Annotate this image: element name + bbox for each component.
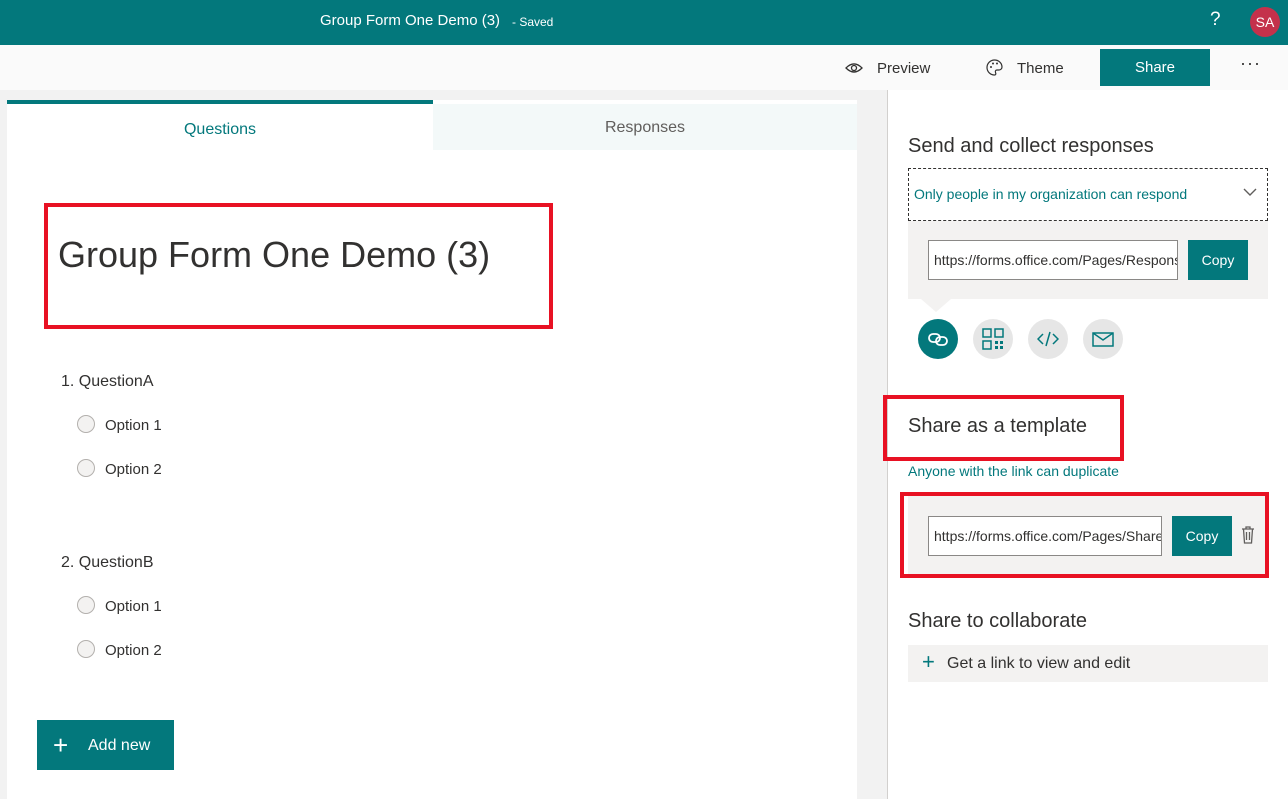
palette-icon (986, 59, 1003, 76)
qr-code-button[interactable] (973, 319, 1013, 359)
saved-status: - Saved (512, 15, 554, 29)
radio-button[interactable] (77, 640, 95, 658)
question-title[interactable]: 1. QuestionA (61, 373, 154, 391)
email-icon (1092, 332, 1114, 347)
eye-icon (845, 63, 863, 73)
help-icon[interactable]: ? (1210, 9, 1221, 31)
question-title[interactable]: 2. QuestionB (61, 554, 154, 572)
copy-response-link-button[interactable]: Copy (1188, 240, 1248, 280)
plus-icon: + (922, 649, 935, 674)
theme-label: Theme (1017, 60, 1064, 77)
option-label: Option 1 (105, 598, 162, 615)
link-share-button[interactable] (918, 319, 958, 359)
send-collect-heading: Send and collect responses (908, 135, 1154, 157)
share-button[interactable]: Share (1100, 49, 1210, 86)
preview-label: Preview (877, 60, 931, 77)
template-description: Anyone with the link can duplicate (908, 463, 1119, 479)
command-bar: Preview Theme Share ··· (0, 45, 1288, 90)
tab-questions[interactable]: Questions (7, 100, 433, 150)
avatar[interactable]: SA (1250, 7, 1280, 37)
highlight-box-template-link (900, 492, 1269, 578)
tab-responses-label: Responses (604, 119, 686, 136)
highlight-box-title (44, 203, 553, 329)
option-label: Option 2 (105, 461, 162, 478)
app-header: Group Form One Demo (3) - Saved ? SA (0, 0, 1288, 45)
form-editor-card: Questions Responses Group Form One Demo … (7, 100, 857, 799)
response-permission-dropdown[interactable]: Only people in my organization can respo… (908, 168, 1268, 221)
chevron-down-icon (1243, 188, 1257, 196)
option-label: Option 1 (105, 417, 162, 434)
option-label: Option 2 (105, 642, 162, 659)
add-new-label: Add new (88, 737, 151, 754)
form-title-header: Group Form One Demo (3) (320, 12, 501, 29)
email-share-button[interactable] (1083, 319, 1123, 359)
radio-button[interactable] (77, 415, 95, 433)
add-new-button[interactable]: + Add new (37, 720, 174, 770)
plus-icon: + (53, 730, 69, 760)
qr-code-icon (982, 328, 1004, 350)
tab-responses[interactable]: Responses (433, 104, 857, 150)
link-pointer (921, 299, 951, 312)
embed-code-icon (1037, 331, 1059, 347)
get-edit-link-button[interactable]: + Get a link to view and edit (908, 645, 1268, 682)
embed-button[interactable] (1028, 319, 1068, 359)
tab-questions-label: Questions (183, 121, 257, 138)
more-options-icon[interactable]: ··· (1240, 53, 1261, 74)
response-url-field[interactable]: https://forms.office.com/Pages/ResponseP… (928, 240, 1178, 280)
highlight-box-template-heading (883, 395, 1124, 461)
radio-button[interactable] (77, 596, 95, 614)
collaborate-heading: Share to collaborate (908, 610, 1088, 632)
permission-value: Only people in my organization can respo… (914, 186, 1188, 202)
get-edit-link-label: Get a link to view and edit (947, 655, 1131, 672)
radio-button[interactable] (77, 459, 95, 477)
tab-bar: Questions Responses (7, 100, 857, 150)
response-link-box: https://forms.office.com/Pages/ResponseP… (908, 221, 1268, 312)
link-icon (928, 333, 948, 346)
